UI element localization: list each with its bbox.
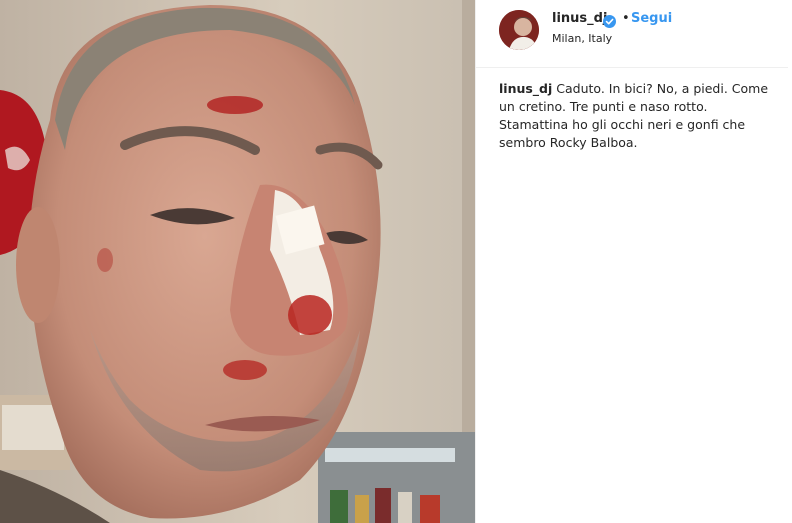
post-header: linus_dj • Segui Milan, Italy <box>476 0 788 68</box>
separator-dot: • <box>622 11 630 26</box>
post-caption: linus_dj Caduto. In bici? No, a piedi. C… <box>499 80 769 152</box>
avatar[interactable] <box>499 10 539 50</box>
avatar-image <box>499 10 539 50</box>
selfie-photo <box>0 0 475 523</box>
post-photo[interactable] <box>0 0 475 523</box>
caption-username[interactable]: linus_dj <box>499 81 552 96</box>
post-sidebar: linus_dj • Segui Milan, Italy linus_dj C… <box>475 0 792 523</box>
username-link[interactable]: linus_dj <box>552 11 607 26</box>
location-link[interactable]: Milan, Italy <box>552 32 612 45</box>
follow-button[interactable]: Segui <box>631 11 672 26</box>
verified-badge-icon <box>603 13 616 28</box>
